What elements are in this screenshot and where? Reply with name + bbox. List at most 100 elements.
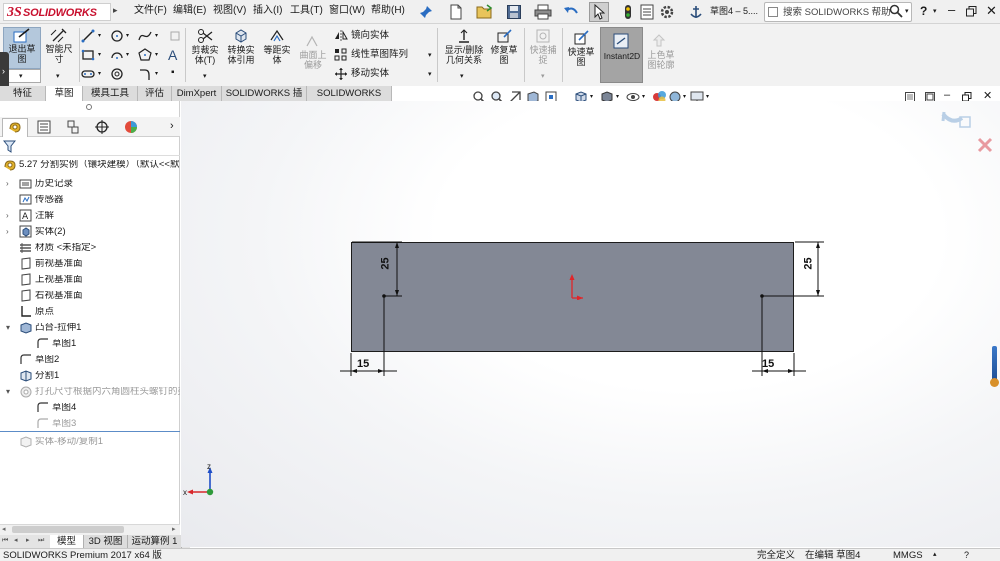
menu-tools[interactable]: 工具(T) <box>290 6 323 16</box>
search-input[interactable]: 搜索 SOLIDWORKS 帮助 <box>783 8 891 18</box>
anchor-icon[interactable] <box>689 4 703 20</box>
menu-help[interactable]: 帮助(H) <box>371 6 405 16</box>
menu-file[interactable]: 文件(F) <box>134 6 167 16</box>
tree-item[interactable]: 历史记录 <box>35 179 73 189</box>
panel-splitter-grip[interactable] <box>86 104 92 110</box>
search-dropdown-icon[interactable]: ▾ <box>905 8 909 15</box>
panel-tabs-chevron-right-icon[interactable]: › <box>170 121 174 132</box>
spline-dropdown-icon[interactable]: ▾ <box>155 33 158 39</box>
rapid-sketch-icon[interactable] <box>573 30 589 46</box>
move-dropdown-icon[interactable]: ▾ <box>428 71 432 78</box>
tree-item[interactable]: 打孔尺寸根据内六角圆柱头螺钉的类型 <box>35 387 180 397</box>
rectangle-dropdown-icon[interactable]: ▾ <box>98 52 101 58</box>
tab-3[interactable]: 评估 <box>138 86 172 101</box>
tree-expand-icon[interactable]: › <box>6 212 9 220</box>
scene-dropdown-icon[interactable]: ▾ <box>683 94 686 100</box>
tab-next-icon[interactable]: ▸ <box>26 537 30 544</box>
tab-5[interactable]: SOLIDWORKS 插件 <box>222 86 307 114</box>
arc-icon[interactable] <box>110 48 124 62</box>
trim-entities-icon[interactable] <box>197 28 213 44</box>
status-units[interactable]: MMGS <box>893 551 923 561</box>
smart-dimension-dropdown-icon[interactable]: ▾ <box>56 73 60 80</box>
units-dropdown-icon[interactable]: ▴ <box>933 551 937 558</box>
slot-icon[interactable] <box>81 67 95 81</box>
view-orientation-dropdown-icon[interactable]: ▾ <box>590 94 593 100</box>
tab-6[interactable]: SOLIDWORKS MBD <box>307 86 392 114</box>
linear-pattern-dropdown-icon[interactable]: ▾ <box>428 52 432 59</box>
fillet-icon[interactable] <box>138 67 152 81</box>
circle-icon[interactable] <box>110 29 124 43</box>
tab-4[interactable]: DimXpert <box>172 86 222 101</box>
display-relations-icon[interactable] <box>456 28 472 44</box>
tree-item[interactable]: 右视基准面 <box>35 291 83 301</box>
tree-item[interactable]: 上视基准面 <box>35 275 83 285</box>
line-icon[interactable] <box>81 29 95 43</box>
tree-item[interactable]: 草图2 <box>35 355 59 365</box>
tree-item[interactable]: 原点 <box>35 307 54 317</box>
restore-icon[interactable] <box>966 6 977 17</box>
tree-item[interactable]: 分割1 <box>35 371 59 381</box>
logo-dropdown-icon[interactable]: ▸ <box>113 6 118 15</box>
save-icon[interactable] <box>506 4 522 20</box>
dimension-left-horizontal[interactable]: 15 <box>357 359 369 370</box>
fillet-dropdown-icon[interactable]: ▾ <box>155 71 158 77</box>
mirror-icon[interactable] <box>334 29 348 43</box>
exit-sketch-corner-icon[interactable] <box>940 109 974 133</box>
search-icon[interactable] <box>889 4 903 18</box>
filter-icon[interactable] <box>3 140 16 153</box>
offset-entities-icon[interactable] <box>269 28 285 44</box>
tree-item[interactable]: 传感器 <box>35 195 64 205</box>
help-dropdown-icon[interactable]: ▾ <box>933 8 937 15</box>
menu-edit[interactable]: 编辑(E) <box>173 6 206 16</box>
cancel-sketch-corner-icon[interactable] <box>977 137 993 153</box>
tree-root-part[interactable]: 5.27 分割实例（镶块建模）（默认<<默认 <box>19 160 179 170</box>
ellipse-icon[interactable] <box>110 67 124 81</box>
circle-dropdown-icon[interactable]: ▾ <box>126 33 129 39</box>
status-help-icon[interactable]: ? <box>964 551 969 560</box>
point-icon[interactable]: ▪ <box>171 68 175 78</box>
move-entities-icon[interactable] <box>334 67 348 81</box>
bottom-tab-1[interactable]: 3D 视图 <box>84 535 128 548</box>
open-folder-icon[interactable] <box>476 4 494 20</box>
menu-view[interactable]: 视图(V) <box>213 6 246 16</box>
help-icon[interactable]: ? <box>920 5 927 17</box>
repair-sketch-icon[interactable] <box>496 28 512 44</box>
line-dropdown-icon[interactable]: ▾ <box>98 33 101 39</box>
scroll-right-icon[interactable]: ▸ <box>172 526 176 533</box>
bottom-tab-2[interactable]: 运动算例 1 <box>128 535 182 548</box>
solidworks-logo[interactable]: 3S SOLIDWORKS <box>3 3 111 21</box>
dimension-left-vertical[interactable]: 25 <box>380 257 392 269</box>
file-properties-icon[interactable] <box>640 4 654 20</box>
arc-dropdown-icon[interactable]: ▾ <box>126 52 129 58</box>
configuration-manager-icon[interactable] <box>66 120 80 134</box>
minimize-icon[interactable]: – <box>948 3 955 16</box>
tree-item[interactable]: 注解 <box>35 211 54 221</box>
print-icon[interactable] <box>534 4 552 20</box>
display-style-dropdown-icon[interactable]: ▾ <box>616 94 619 100</box>
linear-pattern-icon[interactable] <box>334 48 348 62</box>
doc-minimize-icon[interactable]: – <box>944 90 950 101</box>
view-thermometer[interactable] <box>992 346 997 382</box>
tab-0[interactable]: 特征 <box>0 86 46 101</box>
convert-entities-icon[interactable] <box>233 28 249 44</box>
tree-expand-icon[interactable]: › <box>6 228 9 236</box>
display-manager-icon[interactable] <box>124 120 138 134</box>
spline-icon[interactable] <box>138 29 152 43</box>
scrollbar-thumb[interactable] <box>12 526 124 533</box>
linear-pattern-label[interactable]: 线性草图阵列 <box>351 50 408 60</box>
display-relations-dropdown-icon[interactable]: ▾ <box>460 73 464 80</box>
scroll-left-icon[interactable]: ◂ <box>2 526 6 533</box>
tab-last-icon[interactable]: ⏭ <box>38 537 44 544</box>
tab-first-icon[interactable]: ⏮ <box>2 537 8 544</box>
rebuild-icon[interactable] <box>623 4 633 20</box>
options-gear-icon[interactable] <box>659 4 675 20</box>
bottom-tab-0[interactable]: 模型 <box>50 535 84 548</box>
hide-show-dropdown-icon[interactable]: ▾ <box>642 94 645 100</box>
menu-window[interactable]: 窗口(W) <box>329 6 365 16</box>
tree-expand-icon[interactable]: › <box>6 180 9 188</box>
dimxpert-manager-icon[interactable] <box>95 120 109 134</box>
tab-1[interactable]: 草图 <box>46 86 83 101</box>
tree-item[interactable]: 前视基准面 <box>35 259 83 269</box>
tree-item[interactable]: 凸台-拉伸1 <box>35 323 81 333</box>
new-document-icon[interactable] <box>448 4 464 20</box>
